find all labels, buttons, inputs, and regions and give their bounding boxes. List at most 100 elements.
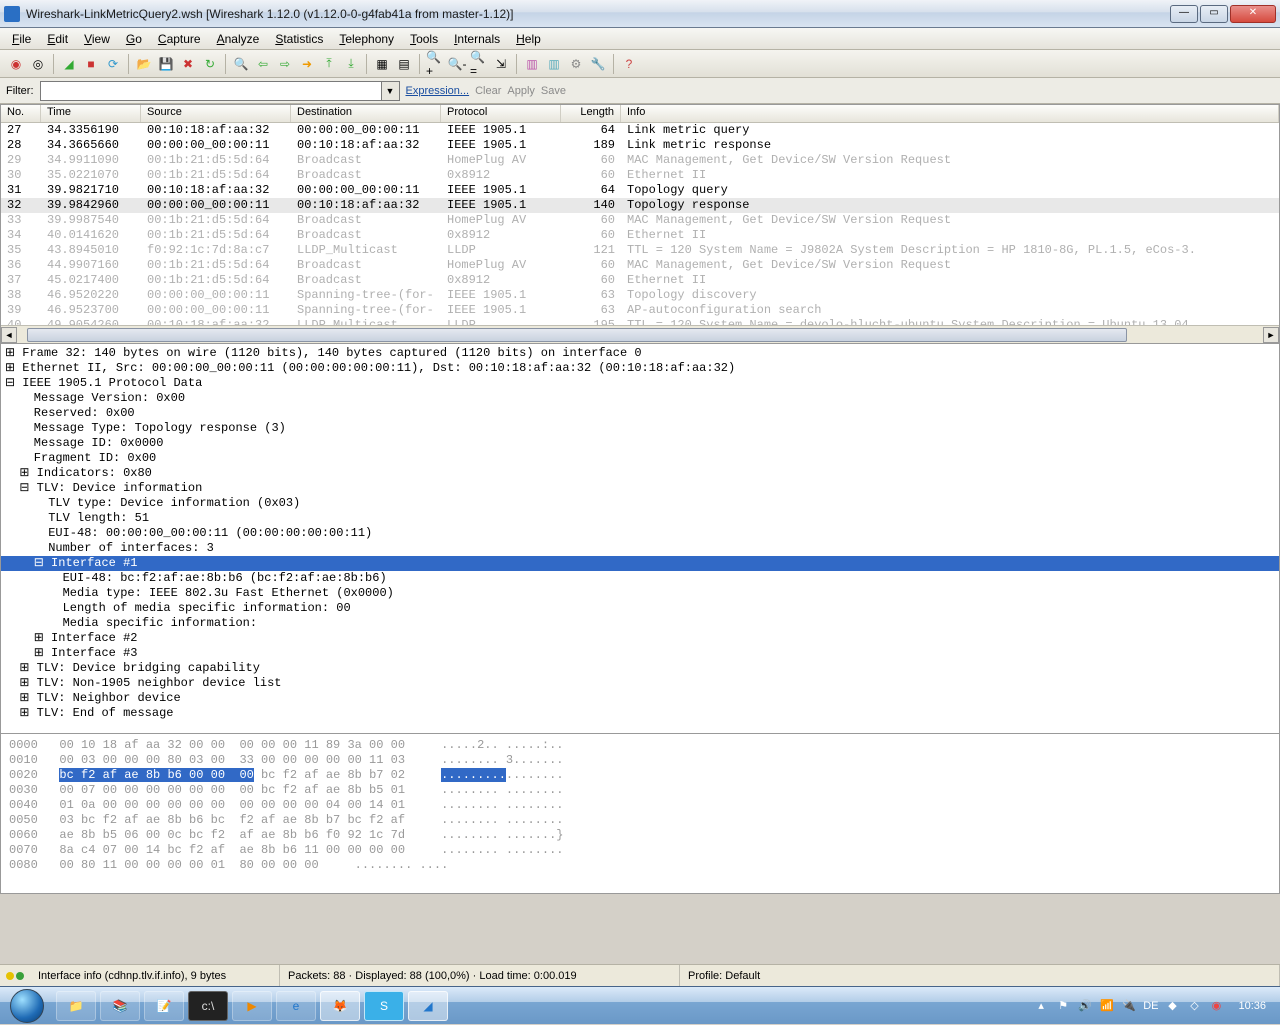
tray-lang[interactable]: DE: [1143, 1000, 1158, 1012]
menu-file[interactable]: File: [4, 30, 39, 48]
bytes-row[interactable]: 0000 00 10 18 af aa 32 00 00 00 00 00 11…: [9, 738, 1271, 753]
go-to-packet-icon[interactable]: ➜: [297, 54, 317, 74]
resize-columns-icon[interactable]: ⇲: [491, 54, 511, 74]
detail-row[interactable]: TLV type: Device information (0x03): [5, 496, 1275, 511]
menu-help[interactable]: Help: [508, 30, 549, 48]
detail-row[interactable]: ⊞ TLV: Non-1905 neighbor device list: [5, 676, 1275, 691]
clear-button[interactable]: Clear: [475, 85, 501, 97]
task-library[interactable]: 📚: [100, 991, 140, 1021]
task-wireshark[interactable]: ◢: [408, 991, 448, 1021]
detail-row[interactable]: ⊞ TLV: Device bridging capability: [5, 661, 1275, 676]
detail-row[interactable]: Reserved: 0x00: [5, 406, 1275, 421]
bytes-row[interactable]: 0060 ae 8b b5 06 00 0c bc f2 af ae 8b b6…: [9, 828, 1271, 843]
capture-filters-icon[interactable]: ▥: [522, 54, 542, 74]
scroll-right-icon[interactable]: ►: [1263, 327, 1279, 343]
col-no[interactable]: No.: [1, 105, 41, 122]
detail-row[interactable]: Media specific information:: [5, 616, 1275, 631]
detail-row-selected[interactable]: ⊟ Interface #1: [1, 556, 1279, 571]
menu-statistics[interactable]: Statistics: [267, 30, 331, 48]
bytes-row[interactable]: 0020 bc f2 af ae 8b b6 00 00 00 bc f2 af…: [9, 768, 1271, 783]
restart-capture-icon[interactable]: ⟳: [103, 54, 123, 74]
help-icon[interactable]: ?: [619, 54, 639, 74]
close-file-icon[interactable]: ✖: [178, 54, 198, 74]
task-media[interactable]: ▶: [232, 991, 272, 1021]
table-row[interactable]: 3139.982171000:10:18:af:aa:3200:00:00_00…: [1, 183, 1279, 198]
table-row[interactable]: 3543.8945010f0:92:1c:7d:8a:c7LLDP_Multic…: [1, 243, 1279, 258]
packet-bytes-pane[interactable]: 0000 00 10 18 af aa 32 00 00 00 00 00 11…: [0, 734, 1280, 894]
col-time[interactable]: Time: [41, 105, 141, 122]
menu-edit[interactable]: Edit: [39, 30, 76, 48]
detail-row[interactable]: Media type: IEEE 802.3u Fast Ethernet (0…: [5, 586, 1275, 601]
display-filters-icon[interactable]: ▥: [544, 54, 564, 74]
packet-list-header[interactable]: No. Time Source Destination Protocol Len…: [1, 105, 1279, 123]
colorize-icon[interactable]: ▦: [372, 54, 392, 74]
detail-row[interactable]: Message ID: 0x0000: [5, 436, 1275, 451]
detail-row[interactable]: Message Version: 0x00: [5, 391, 1275, 406]
table-row[interactable]: 3035.022107000:1b:21:d5:5d:64Broadcast0x…: [1, 168, 1279, 183]
detail-row[interactable]: ⊞ Indicators: 0x80: [5, 466, 1275, 481]
filter-input[interactable]: [40, 81, 382, 101]
col-info[interactable]: Info: [621, 105, 1279, 122]
detail-row[interactable]: ⊞ Interface #2: [5, 631, 1275, 646]
detail-row[interactable]: EUI-48: 00:00:00_00:00:11 (00:00:00:00:0…: [5, 526, 1275, 541]
menu-capture[interactable]: Capture: [150, 30, 209, 48]
auto-scroll-icon[interactable]: ▤: [394, 54, 414, 74]
col-source[interactable]: Source: [141, 105, 291, 122]
bytes-row[interactable]: 0080 00 80 11 00 00 00 00 01 80 00 00 00…: [9, 858, 1271, 873]
start-capture-icon[interactable]: ◢: [59, 54, 79, 74]
detail-row[interactable]: ⊟ TLV: Device information: [5, 481, 1275, 496]
table-row[interactable]: 3745.021740000:1b:21:d5:5d:64Broadcast0x…: [1, 273, 1279, 288]
maximize-button[interactable]: ▭: [1200, 5, 1228, 23]
go-forward-icon[interactable]: ⇨: [275, 54, 295, 74]
col-length[interactable]: Length: [561, 105, 621, 122]
bytes-row[interactable]: 0070 8a c4 07 00 14 bc f2 af ae 8b b6 11…: [9, 843, 1271, 858]
apply-button[interactable]: Apply: [507, 85, 535, 97]
detail-row[interactable]: ⊞ TLV: End of message: [5, 706, 1275, 721]
tray-app3-icon[interactable]: ◉: [1208, 998, 1224, 1014]
bytes-row[interactable]: 0050 03 bc f2 af ae 8b b6 bc f2 af ae 8b…: [9, 813, 1271, 828]
filter-dropdown-icon[interactable]: ▼: [382, 81, 400, 101]
task-cmd[interactable]: c:\: [188, 991, 228, 1021]
task-skype[interactable]: S: [364, 991, 404, 1021]
packet-list-scrollbar[interactable]: ◄ ►: [1, 325, 1279, 343]
table-row[interactable]: 2734.335619000:10:18:af:aa:3200:00:00_00…: [1, 123, 1279, 138]
menu-view[interactable]: View: [76, 30, 118, 48]
go-first-icon[interactable]: ⤒: [319, 54, 339, 74]
capture-options-icon[interactable]: ◎: [28, 54, 48, 74]
expert-info-icon[interactable]: [0, 972, 30, 980]
table-row[interactable]: 2934.991109000:1b:21:d5:5d:64BroadcastHo…: [1, 153, 1279, 168]
table-row[interactable]: 3946.952370000:00:00_00:00:11Spanning-tr…: [1, 303, 1279, 318]
table-row[interactable]: 3239.984296000:00:00_00:00:1100:10:18:af…: [1, 198, 1279, 213]
zoom-in-icon[interactable]: 🔍+: [425, 54, 445, 74]
coloring-rules-icon[interactable]: ⚙: [566, 54, 586, 74]
detail-row[interactable]: Length of media specific information: 00: [5, 601, 1275, 616]
open-file-icon[interactable]: 📂: [134, 54, 154, 74]
save-file-icon[interactable]: 💾: [156, 54, 176, 74]
go-back-icon[interactable]: ⇦: [253, 54, 273, 74]
table-row[interactable]: 3846.952022000:00:00_00:00:11Spanning-tr…: [1, 288, 1279, 303]
menu-tools[interactable]: Tools: [402, 30, 446, 48]
zoom-out-icon[interactable]: 🔍-: [447, 54, 467, 74]
stop-capture-icon[interactable]: ■: [81, 54, 101, 74]
detail-row[interactable]: Fragment ID: 0x00: [5, 451, 1275, 466]
table-row[interactable]: 4049.905426000:10:18:af:aa:32LLDP_Multic…: [1, 318, 1279, 325]
expression-button[interactable]: Expression...: [406, 85, 470, 97]
detail-row[interactable]: ⊟ IEEE 1905.1 Protocol Data: [5, 376, 1275, 391]
detail-row[interactable]: ⊞ Interface #3: [5, 646, 1275, 661]
task-firefox[interactable]: 🦊: [320, 991, 360, 1021]
bytes-row[interactable]: 0030 00 07 00 00 00 00 00 00 00 bc f2 af…: [9, 783, 1271, 798]
detail-row[interactable]: TLV length: 51: [5, 511, 1275, 526]
tray-show-hidden-icon[interactable]: ▴: [1033, 998, 1049, 1014]
scroll-left-icon[interactable]: ◄: [1, 327, 17, 343]
tray-clock[interactable]: 10:36: [1230, 1000, 1274, 1012]
table-row[interactable]: 3339.998754000:1b:21:d5:5d:64BroadcastHo…: [1, 213, 1279, 228]
table-row[interactable]: 3644.990716000:1b:21:d5:5d:64BroadcastHo…: [1, 258, 1279, 273]
packet-list-pane[interactable]: No. Time Source Destination Protocol Len…: [0, 104, 1280, 344]
capture-interfaces-icon[interactable]: ◉: [6, 54, 26, 74]
scrollbar-thumb[interactable]: [27, 328, 1127, 342]
tray-volume-icon[interactable]: 🔊: [1077, 998, 1093, 1014]
table-row[interactable]: 3440.014162000:1b:21:d5:5d:64Broadcast0x…: [1, 228, 1279, 243]
tray-network-icon[interactable]: 📶: [1099, 998, 1115, 1014]
bytes-row[interactable]: 0040 01 0a 00 00 00 00 00 00 00 00 00 00…: [9, 798, 1271, 813]
zoom-100-icon[interactable]: 🔍=: [469, 54, 489, 74]
